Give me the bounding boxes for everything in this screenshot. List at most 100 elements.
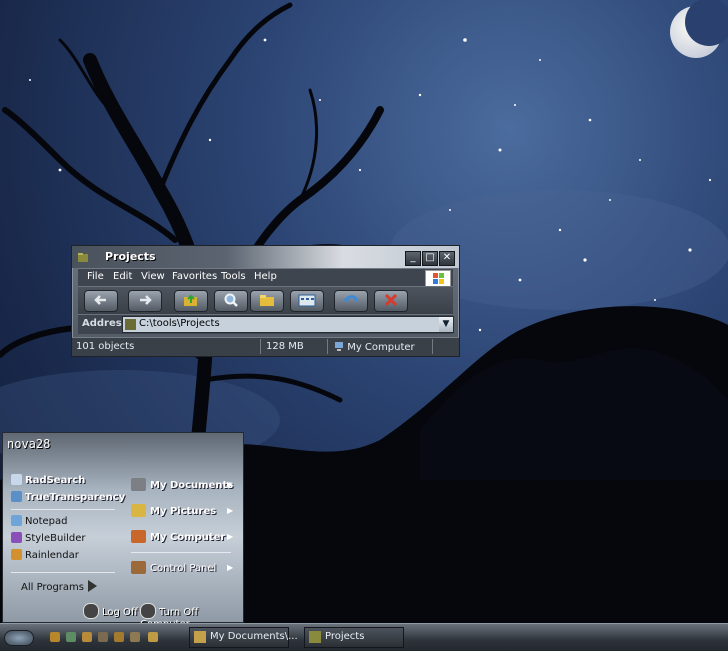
start-menu-footer: Log Off Turn Off Computer xyxy=(3,598,243,630)
window-title: Projects xyxy=(105,250,156,263)
start-item-notepad[interactable]: Notepad xyxy=(11,515,68,527)
log-off-label: Log Off xyxy=(102,607,138,618)
start-divider xyxy=(11,509,115,510)
status-separator xyxy=(327,339,328,354)
status-separator xyxy=(260,339,261,354)
start-item-radsearch[interactable]: RadSearch xyxy=(11,474,85,486)
search-button[interactable] xyxy=(214,290,248,312)
undo-icon xyxy=(343,295,359,303)
submenu-arrow-icon: ▶ xyxy=(227,532,234,541)
menu-file[interactable]: File xyxy=(87,271,104,282)
quicklaunch-icon[interactable] xyxy=(148,632,158,642)
log-off-button[interactable]: Log Off xyxy=(83,603,138,619)
folder-icon xyxy=(125,319,136,330)
maximize-button[interactable]: □ xyxy=(422,251,438,266)
start-item-label: My Pictures xyxy=(150,506,217,517)
folders-button[interactable] xyxy=(250,290,284,312)
delete-button[interactable] xyxy=(374,290,408,312)
views-button[interactable] xyxy=(290,290,324,312)
start-divider xyxy=(131,552,231,553)
menu-view[interactable]: View xyxy=(141,271,165,282)
quicklaunch-icon[interactable] xyxy=(98,632,108,642)
start-button[interactable] xyxy=(4,630,34,646)
quicklaunch-icon[interactable] xyxy=(50,632,60,642)
start-item-label: Notepad xyxy=(25,516,68,527)
start-item-stylebuilder[interactable]: StyleBuilder xyxy=(11,532,85,544)
back-button[interactable] xyxy=(84,290,118,312)
submenu-arrow-icon: ▶ xyxy=(227,563,234,572)
folder-icon xyxy=(194,631,206,643)
folder-icon xyxy=(78,253,88,262)
toolbar xyxy=(78,286,453,314)
submenu-arrow-icon: ▶ xyxy=(227,506,234,515)
key-icon xyxy=(83,603,99,619)
start-item-my-computer[interactable]: My Computer xyxy=(131,530,225,543)
menu-bar: File Edit View Favorites Tools Help xyxy=(78,268,453,287)
stylebuilder-icon xyxy=(11,532,22,543)
pictures-icon xyxy=(131,504,146,517)
menu-help[interactable]: Help xyxy=(254,271,277,282)
start-item-my-documents[interactable]: My Documents xyxy=(131,478,233,491)
status-location-label: My Computer xyxy=(347,342,415,353)
status-size: 128 MB xyxy=(266,341,304,352)
submenu-arrow-icon: ▶ xyxy=(227,480,234,489)
computer-icon xyxy=(335,342,343,351)
minimize-button[interactable]: _ xyxy=(405,251,421,266)
up-folder-button[interactable] xyxy=(174,290,208,312)
start-item-label: My Computer xyxy=(150,532,226,543)
start-item-label: My Documents xyxy=(150,480,234,491)
computer-icon xyxy=(131,530,146,543)
folder-icon xyxy=(131,478,146,491)
address-dropdown-button[interactable]: ▼ xyxy=(439,317,453,332)
quicklaunch-icon[interactable] xyxy=(66,632,76,642)
menu-tools[interactable]: Tools xyxy=(221,271,246,282)
start-item-my-pictures[interactable]: My Pictures xyxy=(131,504,216,517)
undo-button[interactable] xyxy=(334,290,368,312)
user-name: nova28 xyxy=(7,437,51,451)
taskbar: My Documents\... Projects xyxy=(0,623,728,651)
explorer-window[interactable]: Projects _ □ ✕ File Edit View Favorites … xyxy=(71,245,460,357)
delete-icon xyxy=(384,293,398,307)
address-value: C:\tools\Projects xyxy=(139,318,220,329)
windows-logo-icon xyxy=(425,270,451,287)
taskbar-button-label: My Documents\... xyxy=(210,631,298,642)
calendar-icon xyxy=(11,549,22,560)
quicklaunch-icon[interactable] xyxy=(82,632,92,642)
start-divider xyxy=(11,572,115,573)
power-icon xyxy=(140,603,156,619)
play-arrow-icon xyxy=(87,580,97,592)
status-object-count: 101 objects xyxy=(76,341,135,352)
forward-button[interactable] xyxy=(128,290,162,312)
start-item-label: TrueTransparency xyxy=(25,492,126,503)
menu-favorites[interactable]: Favorites xyxy=(172,271,217,282)
moon-icon xyxy=(670,0,728,58)
address-bar: Address C:\tools\Projects ▼ xyxy=(78,314,454,334)
control-panel-icon xyxy=(131,561,146,574)
back-arrow-icon xyxy=(94,295,106,305)
menu-edit[interactable]: Edit xyxy=(113,271,132,282)
views-icon xyxy=(298,294,316,307)
start-item-control-panel[interactable]: Control Panel xyxy=(131,561,216,574)
status-separator xyxy=(432,339,433,354)
up-folder-icon xyxy=(184,294,197,306)
title-bar[interactable]: Projects _ □ ✕ xyxy=(72,246,459,268)
folders-icon xyxy=(260,295,274,306)
start-item-rainlendar[interactable]: Rainlendar xyxy=(11,549,79,561)
quicklaunch-icon[interactable] xyxy=(114,632,124,642)
taskbar-button-projects[interactable]: Projects xyxy=(304,627,404,648)
start-item-label: RadSearch xyxy=(25,475,86,486)
address-input[interactable]: C:\tools\Projects ▼ xyxy=(122,316,454,333)
quicklaunch-icon[interactable] xyxy=(130,632,140,642)
address-label: Address xyxy=(82,318,128,329)
app-icon xyxy=(11,491,22,502)
close-button[interactable]: ✕ xyxy=(439,251,455,266)
taskbar-button-my-documents[interactable]: My Documents\... xyxy=(189,627,298,648)
taskbar-button-label: Projects xyxy=(325,631,365,642)
start-item-truetransparency[interactable]: TrueTransparency xyxy=(11,491,125,503)
status-location: My Computer xyxy=(334,341,415,353)
all-programs-button[interactable]: All Programs xyxy=(21,580,97,593)
forward-arrow-icon xyxy=(140,295,152,305)
start-item-label: StyleBuilder xyxy=(25,533,86,544)
search-icon xyxy=(11,474,22,485)
notepad-icon xyxy=(11,515,22,526)
